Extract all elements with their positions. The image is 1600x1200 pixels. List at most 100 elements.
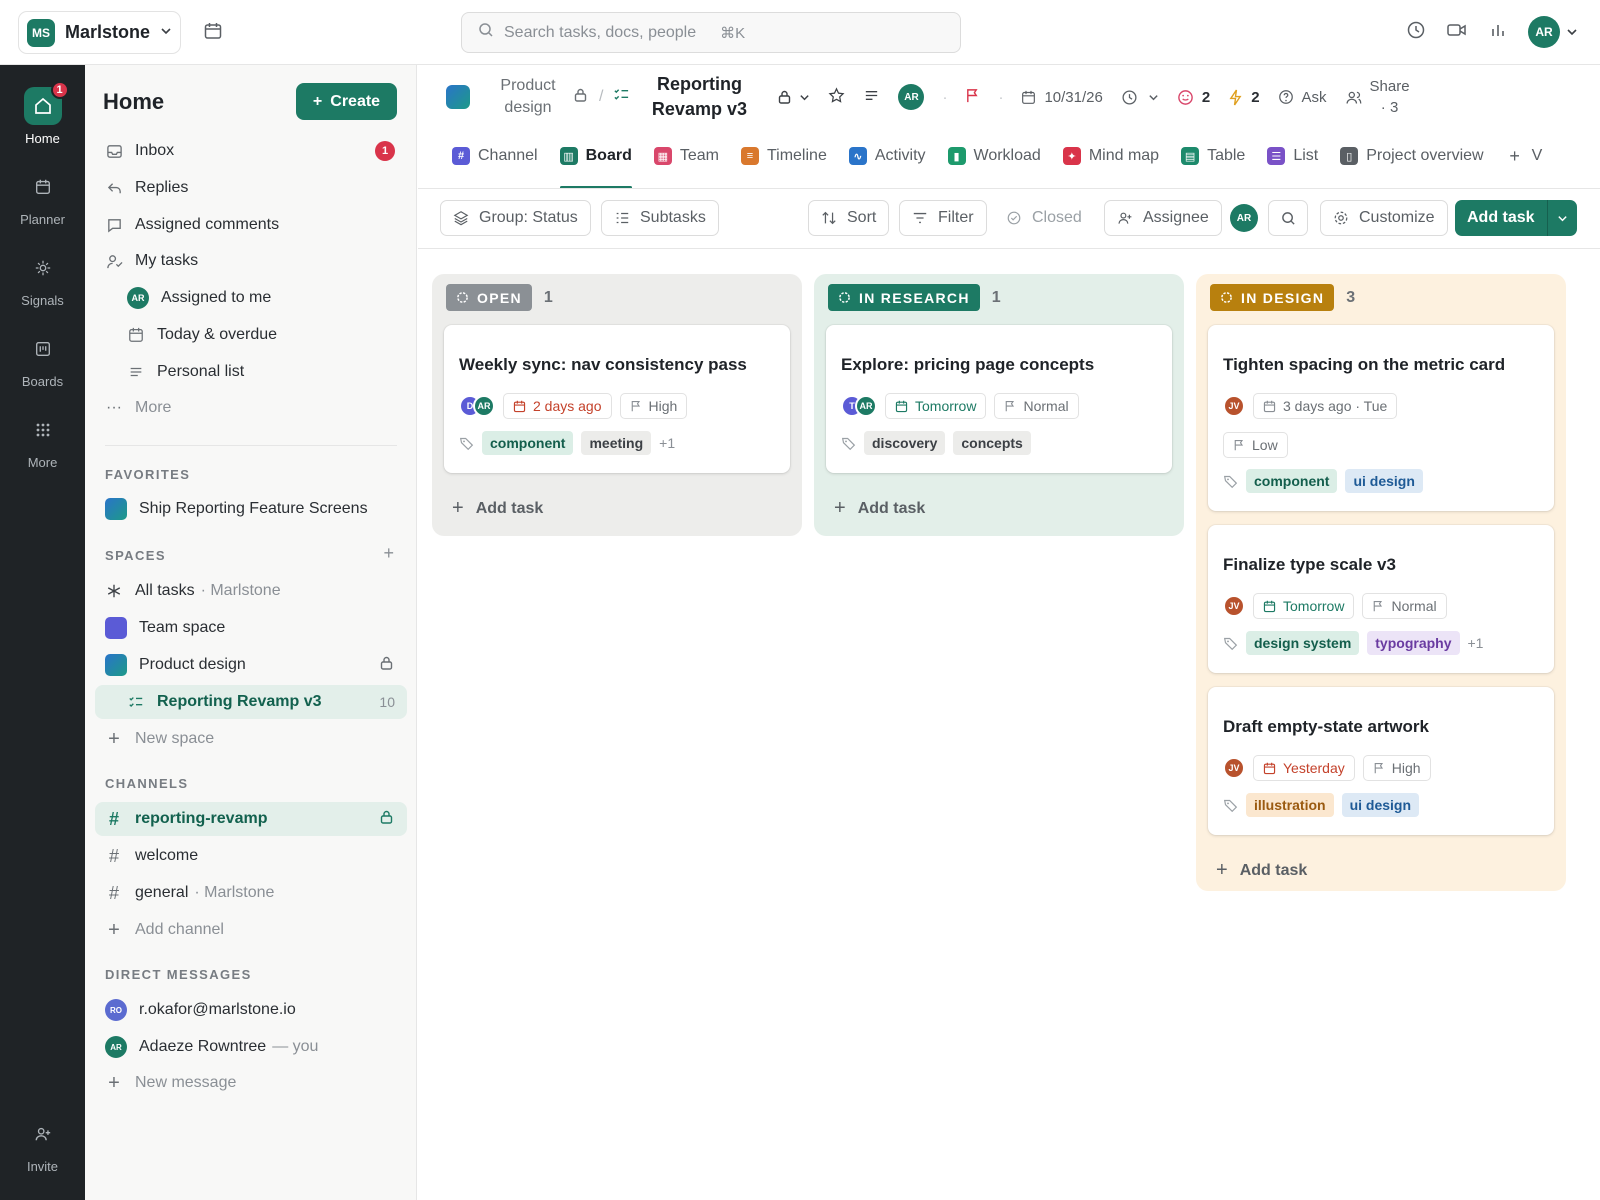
- tag[interactable]: concepts: [953, 431, 1031, 455]
- rail-signals[interactable]: Signals: [0, 249, 85, 308]
- due-date-chip[interactable]: 3 days ago · Tue: [1253, 393, 1398, 419]
- priority-chip[interactable]: Normal: [994, 393, 1079, 419]
- sidebar-item-team-space[interactable]: Team space: [95, 611, 407, 645]
- tab-mind-map[interactable]: ✦ Mind map: [1062, 139, 1159, 188]
- priority-chip[interactable]: High: [619, 393, 688, 419]
- assignee-avatar[interactable]: AR: [855, 395, 877, 417]
- add-task-inline-button[interactable]: + Add task: [452, 497, 543, 520]
- sidebar-item-all-tasks[interactable]: All tasks · Marlstone: [95, 574, 407, 608]
- sidebar-item-channel-welcome[interactable]: # welcome: [95, 839, 407, 873]
- tab-project-overview[interactable]: ▯ Project overview: [1340, 139, 1484, 188]
- priority-chip[interactable]: High: [1362, 755, 1431, 781]
- sidebar-item-favorite[interactable]: Ship Reporting Feature Screens: [95, 492, 407, 526]
- status-badge[interactable]: IN DESIGN: [1210, 284, 1335, 311]
- due-date-chip[interactable]: 2 days ago: [503, 393, 612, 419]
- status-badge[interactable]: OPEN: [446, 284, 532, 311]
- rail-home[interactable]: 1 Home: [0, 81, 85, 146]
- group-by-button[interactable]: Group: Status: [440, 200, 591, 236]
- tab-workload[interactable]: ▮ Workload: [947, 139, 1041, 188]
- tab-activity[interactable]: ∿ Activity: [848, 139, 926, 188]
- assignee-button[interactable]: Assignee: [1104, 200, 1222, 236]
- tag[interactable]: ui design: [1341, 793, 1420, 817]
- task-card[interactable]: Draft empty-state artwork JV Yesterday Hi…: [1208, 687, 1554, 835]
- sidebar-item-assigned-comments[interactable]: Assigned comments: [95, 208, 407, 242]
- workspace-switcher[interactable]: MS Marlstone: [18, 11, 181, 54]
- more-tags[interactable]: +1: [1468, 635, 1484, 651]
- search-input[interactable]: Search tasks, docs, people ⌘K: [461, 12, 961, 53]
- tag[interactable]: typography: [1367, 631, 1460, 655]
- bar-chart-icon[interactable]: [1488, 20, 1508, 45]
- time-tracker[interactable]: [1121, 89, 1159, 106]
- tag[interactable]: design system: [1246, 631, 1360, 655]
- priority-chip[interactable]: Low: [1223, 432, 1288, 458]
- task-card[interactable]: Tighten spacing on the metric card JV 3 d…: [1208, 325, 1554, 511]
- sidebar-item-product-design[interactable]: Product design: [95, 648, 407, 682]
- add-task-dropdown[interactable]: [1547, 200, 1577, 236]
- due-date-chip[interactable]: Yesterday: [1253, 755, 1355, 781]
- add-task-button[interactable]: Add task: [1455, 200, 1577, 236]
- sidebar-item-today-overdue[interactable]: Today & overdue: [95, 318, 407, 352]
- sidebar-item-new-space[interactable]: + New space: [95, 722, 407, 756]
- add-task-inline-button[interactable]: + Add task: [1216, 859, 1307, 882]
- tab-team[interactable]: ▦ Team: [653, 139, 719, 188]
- calendar-icon[interactable]: [203, 21, 223, 46]
- sidebar-item-reporting-revamp[interactable]: Reporting Revamp v3 10: [95, 685, 407, 719]
- description-icon[interactable]: [863, 87, 880, 108]
- tab-board[interactable]: ▥ Board: [559, 139, 633, 188]
- privacy-dropdown[interactable]: [778, 90, 810, 104]
- closed-toggle[interactable]: Closed: [994, 200, 1094, 236]
- due-date[interactable]: 10/31/26: [1021, 89, 1103, 106]
- assignee-avatar[interactable]: AR: [473, 395, 495, 417]
- breadcrumb-project[interactable]: Product design: [492, 75, 564, 119]
- assignee-avatar[interactable]: AR: [898, 84, 925, 110]
- sidebar-item-add-channel[interactable]: + Add channel: [95, 913, 407, 947]
- sidebar-item-dm-okafor[interactable]: RO r.okafor@marlstone.io: [95, 993, 407, 1027]
- tab-table[interactable]: ▤ Table: [1181, 139, 1245, 188]
- rail-invite[interactable]: Invite: [0, 1115, 85, 1174]
- assignee-avatar[interactable]: JV: [1223, 757, 1245, 779]
- customize-button[interactable]: Customize: [1320, 200, 1448, 236]
- sidebar-item-channel-reporting[interactable]: # reporting-revamp: [95, 802, 407, 836]
- rail-more[interactable]: More: [0, 411, 85, 470]
- tab-v[interactable]: + V: [1506, 139, 1542, 188]
- tag[interactable]: ui design: [1345, 469, 1423, 493]
- video-icon[interactable]: [1446, 20, 1468, 45]
- flag-icon[interactable]: [965, 88, 980, 107]
- task-card[interactable]: Finalize type scale v3 JV Tomorrow Normal…: [1208, 525, 1554, 673]
- share-button[interactable]: Share · 3: [1345, 76, 1412, 118]
- create-button[interactable]: + Create: [296, 83, 397, 120]
- add-task-inline-button[interactable]: + Add task: [834, 497, 925, 520]
- tab-channel[interactable]: # Channel: [452, 139, 538, 188]
- sidebar-item-inbox[interactable]: Inbox 1: [95, 134, 407, 168]
- tag[interactable]: meeting: [581, 431, 652, 455]
- tag[interactable]: illustration: [1246, 793, 1334, 817]
- task-card[interactable]: Explore: pricing page concepts T AR Tomorr…: [826, 325, 1172, 473]
- sidebar-item-my-tasks[interactable]: My tasks: [95, 244, 407, 278]
- sidebar-item-assigned-to-me[interactable]: AR Assigned to me: [95, 281, 407, 315]
- tag[interactable]: discovery: [864, 431, 946, 455]
- status-badge[interactable]: IN RESEARCH: [828, 284, 980, 311]
- due-date-chip[interactable]: Tomorrow: [885, 393, 987, 419]
- tag[interactable]: component: [482, 431, 574, 455]
- priority-chip[interactable]: Normal: [1362, 593, 1447, 619]
- ask-button[interactable]: Ask: [1278, 89, 1327, 106]
- task-card[interactable]: Weekly sync: nav consistency pass D AR 2 d…: [444, 325, 790, 473]
- sidebar-item-dm-self[interactable]: AR Adaeze Rowntree — you: [95, 1030, 407, 1064]
- sidebar-item-new-message[interactable]: + New message: [95, 1066, 407, 1100]
- assignee-avatar[interactable]: JV: [1223, 595, 1245, 617]
- reactions-count[interactable]: 2: [1177, 89, 1210, 106]
- rail-boards[interactable]: Boards: [0, 330, 85, 389]
- assignee-filter-avatar[interactable]: AR: [1230, 204, 1258, 232]
- assignee-avatar[interactable]: JV: [1223, 395, 1245, 417]
- sidebar-item-channel-general[interactable]: # general · Marlstone: [95, 876, 407, 910]
- user-menu[interactable]: AR: [1528, 16, 1578, 48]
- star-icon[interactable]: [828, 86, 845, 108]
- sidebar-item-more[interactable]: ··· More: [95, 391, 407, 425]
- due-date-chip[interactable]: Tomorrow: [1253, 593, 1355, 619]
- search-button[interactable]: [1268, 200, 1308, 236]
- automations-count[interactable]: 2: [1228, 89, 1260, 106]
- rail-planner[interactable]: Planner: [0, 168, 85, 227]
- subtasks-button[interactable]: Subtasks: [601, 200, 719, 236]
- filter-button[interactable]: Filter: [899, 200, 987, 236]
- tab-timeline[interactable]: ≡ Timeline: [740, 139, 827, 188]
